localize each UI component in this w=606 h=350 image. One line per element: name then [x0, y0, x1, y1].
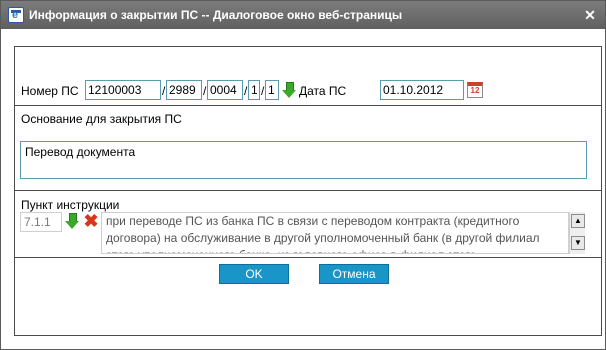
ps-number-part2-input[interactable]: [166, 80, 202, 100]
red-x-icon[interactable]: ✖: [83, 212, 99, 230]
close-button[interactable]: ✕: [581, 6, 599, 24]
ps-number-part4-input[interactable]: [248, 80, 260, 100]
separator: /: [203, 84, 207, 98]
description-scrollbar[interactable]: ▲ ▼: [569, 212, 585, 254]
ps-number-part3-input[interactable]: [207, 80, 243, 100]
dialog-window: Информация о закрытии ПС -- Диалоговое о…: [0, 0, 606, 350]
reason-textarea[interactable]: Перевод документа: [20, 141, 587, 179]
ie-icon: [8, 7, 24, 23]
green-down-arrow-icon[interactable]: [282, 82, 296, 98]
separator: /: [244, 84, 248, 98]
title-bar[interactable]: Информация о закрытии ПС -- Диалоговое о…: [1, 1, 605, 29]
ps-number-part1-input[interactable]: [85, 80, 161, 100]
scroll-down-icon[interactable]: ▼: [571, 236, 585, 250]
green-down-arrow-icon[interactable]: [65, 213, 79, 229]
ps-number-part5-input[interactable]: [265, 80, 279, 100]
window-title: Информация о закрытии ПС -- Диалоговое о…: [29, 8, 403, 22]
separator: /: [261, 84, 265, 98]
instruction-code-field[interactable]: 7.1.1: [20, 212, 62, 232]
scroll-up-icon[interactable]: ▲: [571, 214, 585, 228]
instruction-label: Пункт инструкции: [21, 198, 120, 212]
calendar-icon[interactable]: 12: [467, 82, 483, 98]
divider: [15, 257, 601, 258]
ok-button[interactable]: OK: [219, 264, 289, 284]
separator: /: [162, 84, 166, 98]
ps-date-label: Дата ПС: [299, 84, 347, 98]
instruction-description: при переводе ПС из банка ПС в связи с пе…: [101, 212, 569, 254]
divider: [15, 190, 601, 191]
cancel-button[interactable]: Отмена: [319, 264, 389, 284]
ps-number-label-text: Номер ПС: [21, 84, 79, 98]
divider: [15, 105, 601, 106]
reason-label: Основание для закрытия ПС: [21, 112, 182, 126]
ps-date-input[interactable]: [380, 80, 464, 100]
